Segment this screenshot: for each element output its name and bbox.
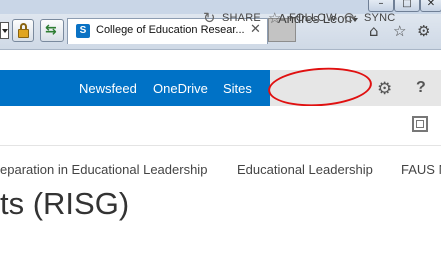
suite-bar-links-area: Newsfeed OneDrive Sites — [0, 70, 270, 106]
home-icon[interactable]: ⌂ — [369, 22, 379, 40]
security-lock-button[interactable] — [12, 19, 34, 42]
share-button[interactable]: SHARE — [222, 12, 261, 24]
maximize-button[interactable]: □ — [394, 0, 420, 12]
close-window-button[interactable]: ✕ — [420, 0, 441, 12]
tab-close-button[interactable]: ✕ — [250, 22, 261, 37]
lock-body-icon — [18, 29, 29, 38]
sync-icon[interactable]: ⟳ — [344, 9, 357, 27]
refresh-arrows-icon: ⇆ — [45, 22, 57, 38]
tab-title: College of Education Resear... — [96, 24, 245, 36]
help-button[interactable]: ? — [416, 79, 426, 97]
topnav-item-faus[interactable]: FAUS N — [401, 162, 441, 177]
action-bar — [0, 106, 441, 146]
follow-star-icon[interactable]: ☆ — [268, 9, 281, 27]
topnav-item-educational-leadership[interactable]: Educational Leadership — [237, 162, 373, 177]
minimize-button[interactable]: – — [368, 0, 394, 12]
newsfeed-link[interactable]: Newsfeed — [79, 81, 137, 96]
page-title: ts (RISG) — [0, 186, 130, 221]
screenshot-root: – □ ✕ ⇆ S College of Education Resear...… — [0, 0, 441, 276]
tools-gear-icon[interactable]: ⚙ — [417, 22, 430, 40]
follow-button[interactable]: FOLLOW — [289, 12, 337, 24]
favorites-star-icon[interactable]: ☆ — [393, 22, 406, 40]
sync-button[interactable]: SYNC — [364, 12, 395, 24]
settings-gear-icon[interactable]: ⚙ — [377, 79, 392, 99]
focus-inner-icon — [416, 120, 424, 128]
sharepoint-favicon-icon: S — [76, 24, 90, 38]
address-dropdown-button[interactable] — [0, 22, 9, 39]
suite-bar: Newsfeed OneDrive Sites — [0, 70, 441, 106]
share-icon[interactable]: ↻ — [203, 9, 216, 27]
sites-link[interactable]: Sites — [223, 81, 252, 96]
topnav-item-preparation[interactable]: eparation in Educational Leadership — [0, 162, 207, 177]
onedrive-link[interactable]: OneDrive — [153, 81, 208, 96]
compatibility-refresh-button[interactable]: ⇆ — [40, 19, 64, 42]
